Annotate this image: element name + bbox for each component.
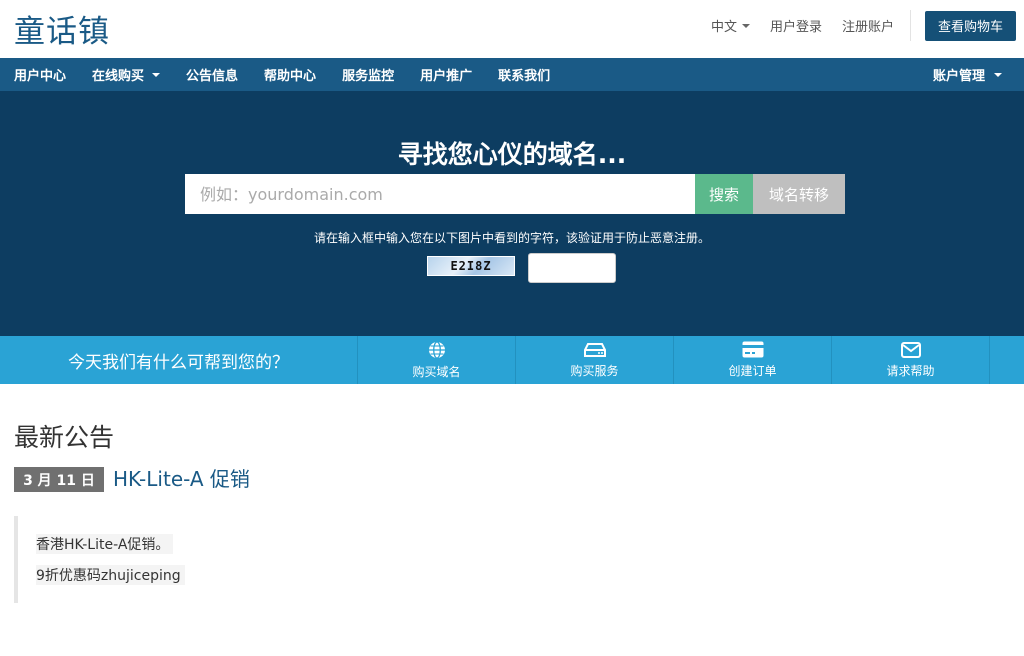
create-order-button[interactable]: 创建订单 [673,336,831,384]
language-selector[interactable]: 中文 [711,16,750,35]
hero-title: 寻找您心仪的域名... [397,140,627,169]
credit-card-icon [742,341,763,358]
nav-announcements[interactable]: 公告信息 [186,65,238,84]
envelope-icon [900,341,921,358]
buy-domain-button[interactable]: 购买域名 [357,336,515,384]
help-prompt: 今天我们有什么可帮到您的？ [68,352,289,373]
nav-help-center[interactable]: 帮助中心 [264,65,316,84]
site-logo[interactable]: 童话镇 [14,6,110,51]
captcha-image: E2I8Z [427,256,515,276]
site-header: 童话镇 中文 用户登录 注册账户 查看购物车 [0,0,1024,58]
domain-transfer-button[interactable]: 域名转移 [753,174,845,214]
account-menu-label: 账户管理 [932,69,985,84]
view-cart-button[interactable]: 查看购物车 [924,10,1016,41]
caret-down-icon [741,23,750,28]
nav-user-center[interactable]: 用户中心 [14,65,66,84]
header-divider [909,10,911,41]
announcement-title-link[interactable]: HK-Lite-A 促销 [113,463,250,492]
request-help-label: 请求帮助 [886,363,935,378]
buy-service-button[interactable]: 购买服务 [515,336,673,384]
announcements-heading: 最新公告 [14,423,115,452]
caret-down-icon [152,72,161,77]
nav-online-purchase[interactable]: 在线购买 [92,65,161,84]
caret-down-icon [994,72,1002,77]
domain-search-form: 搜索 域名转移 [185,174,845,214]
buy-service-label: 购买服务 [570,363,619,378]
nav-service-monitor[interactable]: 服务监控 [342,65,394,84]
main-nav: 用户中心 在线购买 公告信息 帮助中心 服务监控 用户推广 联系我们 账户管理 [0,58,1024,91]
announcement-line: 香港HK-Lite-A促销。 [36,534,174,554]
help-bar: 今天我们有什么可帮到您的？ 购买域名 购买服务 创建订单 请求帮助 [0,336,1024,384]
nav-contact[interactable]: 联系我们 [498,65,550,84]
announcement-body: 香港HK-Lite-A促销。 9折优惠码zhujiceping [14,516,314,603]
top-links: 中文 用户登录 注册账户 查看购物车 [691,10,1016,41]
login-link[interactable]: 用户登录 [770,16,822,35]
buy-domain-label: 购买域名 [412,364,461,379]
nav-online-purchase-label: 在线购买 [92,69,145,84]
help-bar-divider [989,336,990,384]
domain-search-input[interactable] [185,174,695,214]
search-button[interactable]: 搜索 [695,174,753,214]
announcement-line: 9折优惠码zhujiceping [36,565,185,585]
language-label: 中文 [710,20,737,35]
server-icon [583,342,606,357]
register-link[interactable]: 注册账户 [842,16,894,35]
announcement-date-badge: 3 月 11 日 [14,467,104,492]
nav-affiliate[interactable]: 用户推广 [420,65,472,84]
captcha-input[interactable] [528,253,616,283]
request-help-button[interactable]: 请求帮助 [831,336,989,384]
globe-icon [428,340,445,359]
create-order-label: 创建订单 [728,364,777,378]
domain-search-hero: 寻找您心仪的域名... 搜索 域名转移 请在输入框中输入您在以下图片中看到的字符… [0,91,1024,336]
captcha-instructions: 请在输入框中输入您在以下图片中看到的字符，该验证用于防止恶意注册。 [313,231,710,245]
account-menu[interactable]: 账户管理 [933,58,1002,91]
